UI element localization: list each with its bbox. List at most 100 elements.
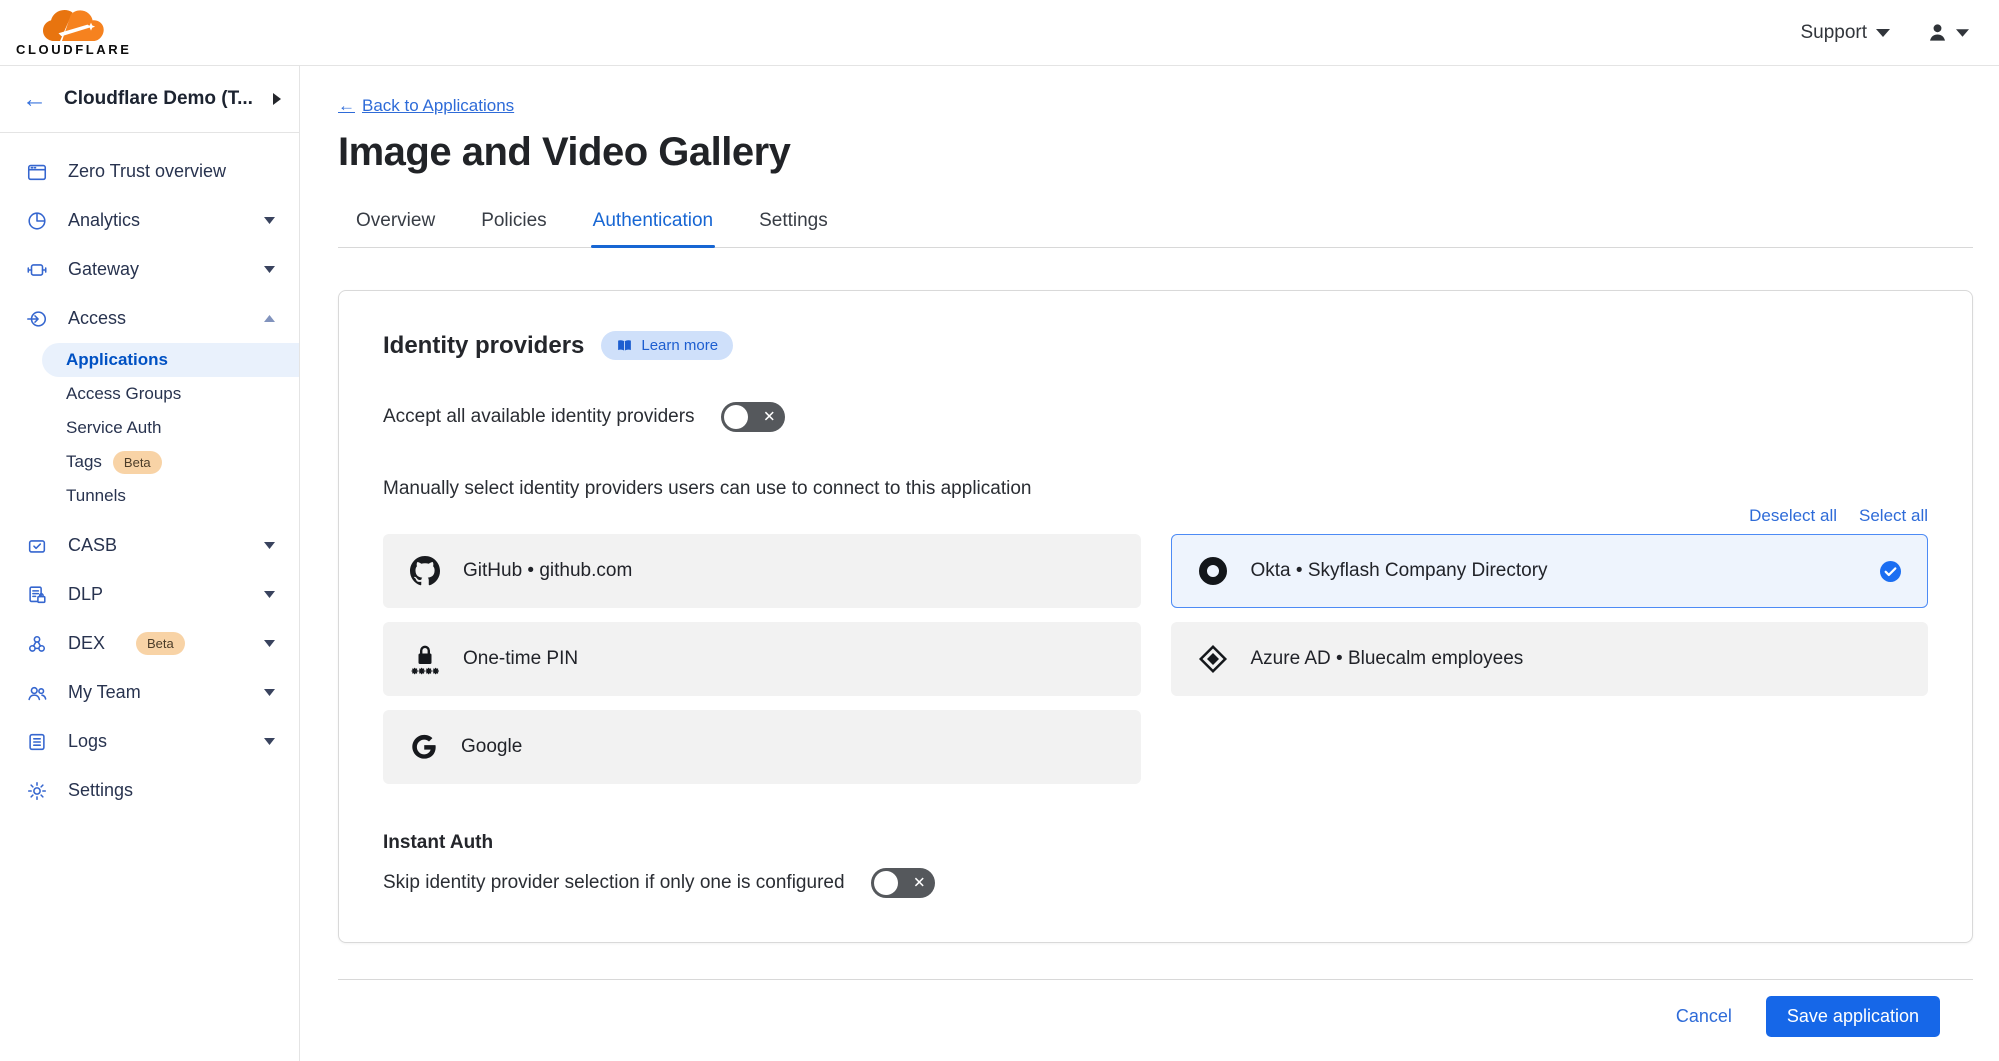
window-icon	[26, 161, 48, 183]
sidebar-item-logs[interactable]: Logs	[0, 717, 299, 766]
toggle-knob	[724, 405, 748, 429]
provider-label: Azure AD • Bluecalm employees	[1251, 648, 1524, 670]
sidebar-item-tags[interactable]: Tags Beta	[0, 445, 299, 479]
sidebar-item-zero-trust-overview[interactable]: Zero Trust overview	[0, 147, 299, 196]
support-label: Support	[1800, 22, 1867, 44]
sidebar-item-label: Tags	[66, 452, 102, 472]
okta-icon	[1198, 556, 1228, 586]
accept-all-label: Accept all available identity providers	[383, 406, 695, 428]
footer-divider	[338, 979, 1973, 980]
sidebar-item-analytics[interactable]: Analytics	[0, 196, 299, 245]
toggle-knob	[874, 871, 898, 895]
chevron-right-icon[interactable]	[273, 93, 281, 105]
provider-card-google[interactable]: Google	[383, 710, 1141, 784]
sidebar-item-gateway[interactable]: Gateway	[0, 245, 299, 294]
provider-label: Okta • Skyflash Company Directory	[1251, 560, 1548, 582]
cloudflare-cloud-icon	[40, 9, 108, 43]
beta-badge: Beta	[113, 451, 162, 474]
casb-icon	[26, 535, 48, 557]
caret-down-icon	[264, 591, 275, 598]
back-arrow-icon[interactable]	[22, 87, 47, 112]
page-title: Image and Video Gallery	[338, 130, 1973, 175]
tab-authentication[interactable]: Authentication	[591, 199, 715, 247]
sidebar-item-label: Zero Trust overview	[68, 161, 226, 182]
cloudflare-wordmark: CLOUDFLARE	[16, 42, 132, 57]
caret-down-icon	[264, 266, 275, 273]
sidebar-item-settings[interactable]: Settings	[0, 766, 299, 815]
azure-ad-icon	[1198, 644, 1228, 674]
caret-up-icon	[264, 315, 275, 322]
cloudflare-logo[interactable]: CLOUDFLARE	[16, 9, 132, 57]
sidebar-item-service-auth[interactable]: Service Auth	[0, 411, 299, 445]
account-name[interactable]: Cloudflare Demo (T...	[64, 88, 256, 110]
sidebar-item-label: DEX	[68, 633, 105, 654]
access-icon	[26, 308, 48, 330]
caret-down-icon	[264, 689, 275, 696]
toggle-off-x-icon	[913, 876, 926, 891]
user-icon	[1926, 21, 1949, 44]
pie-chart-icon	[26, 210, 48, 232]
arrow-left-icon	[338, 96, 355, 116]
caret-down-icon	[264, 217, 275, 224]
tab-policies[interactable]: Policies	[479, 199, 548, 247]
provider-label: One-time PIN	[463, 648, 578, 670]
cluster-icon	[26, 633, 48, 655]
main-content: Back to Applications Image and Video Gal…	[300, 66, 1999, 1061]
support-menu[interactable]: Support	[1800, 22, 1890, 44]
sidebar-item-access[interactable]: Access	[0, 294, 299, 343]
provider-label: GitHub • github.com	[463, 560, 632, 582]
sidebar-item-dlp[interactable]: DLP	[0, 570, 299, 619]
select-all-link[interactable]: Select all	[1859, 506, 1928, 526]
provider-grid: GitHub • github.com Okta • Skyflash Comp…	[383, 534, 1928, 784]
toggle-off-x-icon	[763, 410, 776, 425]
sidebar-item-label: Settings	[68, 780, 133, 801]
document-lock-icon	[26, 584, 48, 606]
access-submenu: Applications Access Groups Service Auth …	[0, 343, 299, 513]
manual-select-text: Manually select identity providers users…	[383, 478, 1928, 500]
tab-settings[interactable]: Settings	[757, 199, 830, 247]
identity-providers-card: Identity providers Learn more Accept all…	[338, 290, 1973, 943]
caret-down-icon	[264, 542, 275, 549]
sidebar-item-label: Access	[68, 308, 126, 329]
user-menu[interactable]	[1926, 21, 1969, 44]
provider-card-github[interactable]: GitHub • github.com	[383, 534, 1141, 608]
sidebar-item-label: Applications	[66, 350, 168, 370]
instant-auth-toggle[interactable]	[871, 868, 935, 898]
save-application-button[interactable]: Save application	[1766, 996, 1940, 1037]
sidebar-item-dex[interactable]: DEX Beta	[0, 619, 299, 668]
provider-card-one-time-pin[interactable]: One-time PIN	[383, 622, 1141, 696]
topbar: CLOUDFLARE Support	[0, 0, 1999, 66]
book-icon	[616, 337, 633, 354]
tab-overview[interactable]: Overview	[354, 199, 437, 247]
sidebar-item-label: Tunnels	[66, 486, 126, 506]
sidebar-item-label: CASB	[68, 535, 117, 556]
google-icon	[410, 733, 438, 761]
card-title: Identity providers	[383, 332, 584, 360]
back-to-applications-link[interactable]: Back to Applications	[338, 96, 514, 116]
provider-label: Google	[461, 736, 522, 758]
sidebar-item-label: Logs	[68, 731, 107, 752]
log-list-icon	[26, 731, 48, 753]
cancel-button[interactable]: Cancel	[1676, 1006, 1732, 1027]
beta-badge: Beta	[136, 632, 185, 655]
gateway-icon	[26, 259, 48, 281]
selected-check-icon	[1880, 561, 1901, 582]
one-time-pin-icon	[410, 643, 440, 676]
deselect-all-link[interactable]: Deselect all	[1749, 506, 1837, 526]
caret-down-icon	[264, 640, 275, 647]
provider-card-azure-ad[interactable]: Azure AD • Bluecalm employees	[1171, 622, 1929, 696]
provider-card-okta[interactable]: Okta • Skyflash Company Directory	[1171, 534, 1929, 608]
github-icon	[410, 556, 440, 586]
sidebar-item-my-team[interactable]: My Team	[0, 668, 299, 717]
sidebar: Cloudflare Demo (T... Zero Trust overvie…	[0, 66, 300, 1061]
instant-auth-heading: Instant Auth	[383, 832, 1928, 854]
sidebar-item-access-groups[interactable]: Access Groups	[0, 377, 299, 411]
learn-more-button[interactable]: Learn more	[601, 331, 733, 360]
sidebar-item-tunnels[interactable]: Tunnels	[0, 479, 299, 513]
sidebar-item-label: DLP	[68, 584, 103, 605]
sidebar-item-applications[interactable]: Applications	[42, 343, 299, 377]
accept-all-toggle[interactable]	[721, 402, 785, 432]
sidebar-item-label: Service Auth	[66, 418, 161, 438]
sidebar-item-casb[interactable]: CASB	[0, 521, 299, 570]
tab-bar: Overview Policies Authentication Setting…	[338, 199, 1973, 248]
